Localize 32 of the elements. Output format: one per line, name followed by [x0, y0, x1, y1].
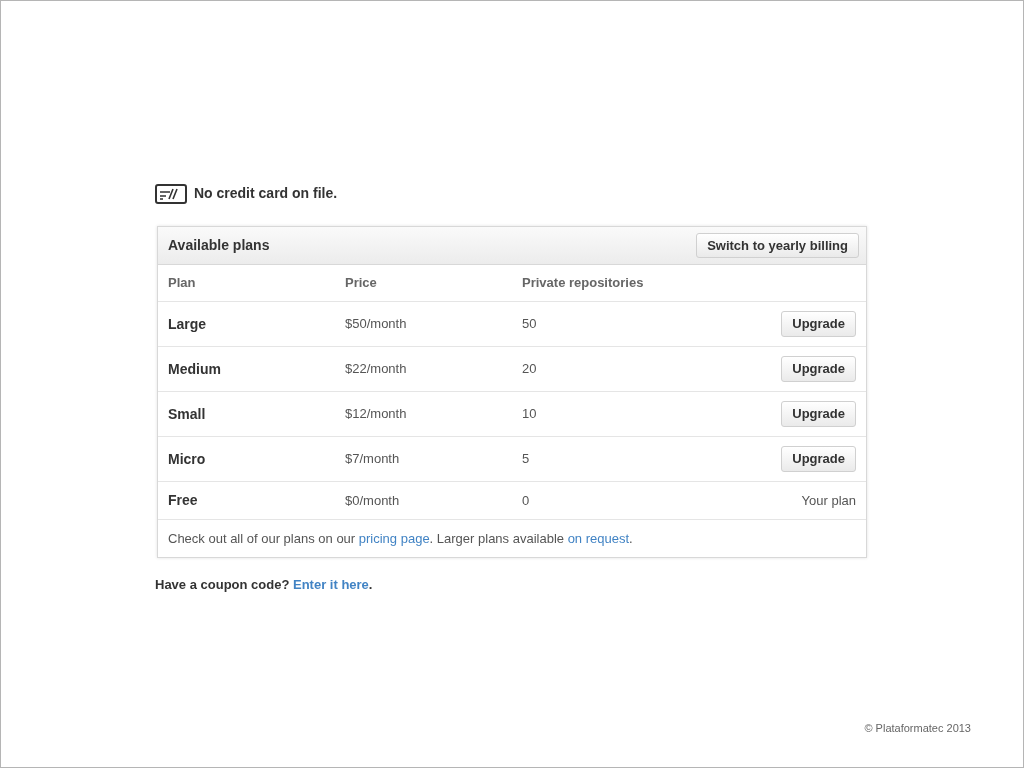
column-header: Private repositories [522, 274, 645, 293]
plan-price: $22/month [345, 360, 408, 379]
repository-count: 0 [522, 491, 531, 510]
column-header: Price [345, 274, 378, 293]
plan-price: $12/month [345, 405, 408, 424]
link[interactable]: pricing page [358, 528, 430, 549]
repository-count: 5 [522, 450, 531, 469]
current-plan-label: Your plan [801, 491, 856, 510]
repository-count: 20 [522, 360, 538, 379]
plan-name: Free [168, 491, 199, 510]
upgrade-button[interactable]: Upgrade [781, 446, 856, 472]
copyright-text: © Plataformatec 2013 [864, 721, 971, 736]
plans-footer-text: Check out all of our plans on our pricing page. Larger plans available on request. [158, 520, 866, 557]
repository-count: 10 [522, 405, 538, 424]
plan-price: $0/month [345, 491, 401, 510]
upgrade-button[interactable]: Upgrade [781, 401, 856, 427]
credit-card-icon [155, 183, 187, 204]
plan-name: Medium [168, 359, 222, 379]
link[interactable]: Enter it here [293, 577, 369, 592]
repository-count: 50 [522, 315, 538, 334]
column-header: Plan [168, 274, 197, 293]
plan-name: Large [168, 314, 208, 334]
plan-name: Micro [168, 449, 207, 469]
plan-price: $50/month [345, 315, 408, 334]
plan-name: Small [168, 404, 207, 424]
upgrade-button[interactable]: Upgrade [781, 311, 856, 337]
notice-text: No credit card on file. [194, 184, 338, 203]
coupon-text: Have a coupon code? Enter it here. [155, 576, 374, 594]
panel-title: Available plans [168, 236, 270, 255]
switch-billing-button[interactable]: Switch to yearly billing [696, 233, 859, 258]
upgrade-button[interactable]: Upgrade [781, 356, 856, 382]
plan-price: $7/month [345, 450, 401, 469]
